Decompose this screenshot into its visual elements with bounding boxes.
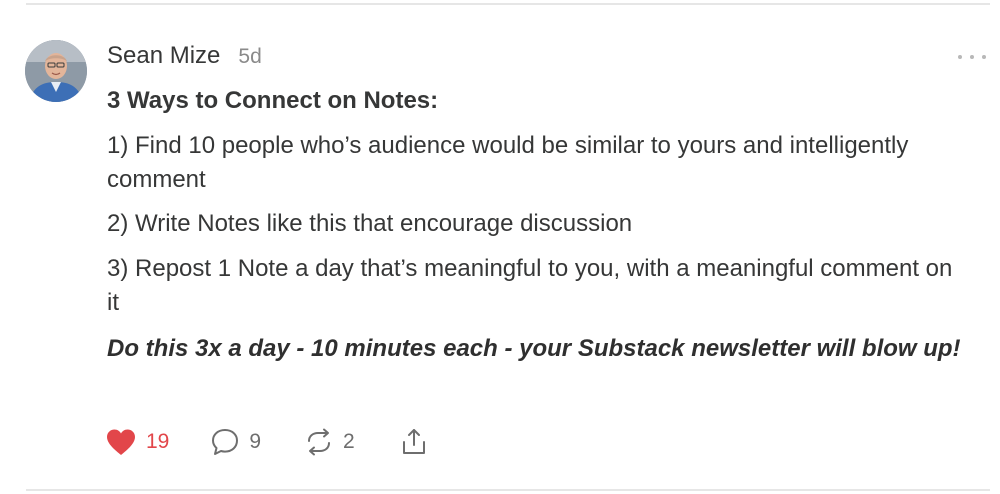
more-dot	[970, 55, 974, 59]
like-count: 19	[146, 430, 170, 453]
restack-button[interactable]: 2	[304, 427, 355, 457]
share-button[interactable]	[399, 427, 429, 457]
comment-count: 9	[249, 430, 262, 453]
action-bar: 19 9 2	[105, 426, 429, 458]
restack-count: 2	[343, 430, 355, 453]
note-heading: 3 Ways to Connect on Notes:	[107, 87, 439, 114]
note-paragraph-3: 3) Repost 1 Note a day that’s meaningful…	[107, 255, 953, 316]
note-paragraph-1: 1) Find 10 people who’s audience would b…	[107, 132, 909, 193]
more-options-button[interactable]	[958, 48, 986, 66]
more-horizontal-icon	[958, 55, 962, 59]
avatar[interactable]	[25, 40, 87, 102]
like-button[interactable]: 19	[105, 428, 169, 456]
avatar-image	[25, 40, 87, 102]
note-paragraph-2: 2) Write Notes like this that encourage …	[107, 210, 633, 237]
more-dot	[982, 55, 986, 59]
timestamp[interactable]: 5d	[238, 45, 261, 69]
comment-button[interactable]: 9	[210, 427, 261, 457]
note-header: Sean Mize 5d	[107, 42, 262, 70]
restack-icon	[308, 428, 331, 456]
bottom-divider	[26, 489, 990, 491]
heart-icon	[107, 429, 135, 455]
share-icon	[402, 429, 425, 454]
top-divider	[26, 3, 990, 5]
author-name[interactable]: Sean Mize	[107, 42, 220, 70]
note-emphasis: Do this 3x a day - 10 minutes each - you…	[107, 335, 961, 362]
comment-bubble-icon	[212, 429, 239, 455]
